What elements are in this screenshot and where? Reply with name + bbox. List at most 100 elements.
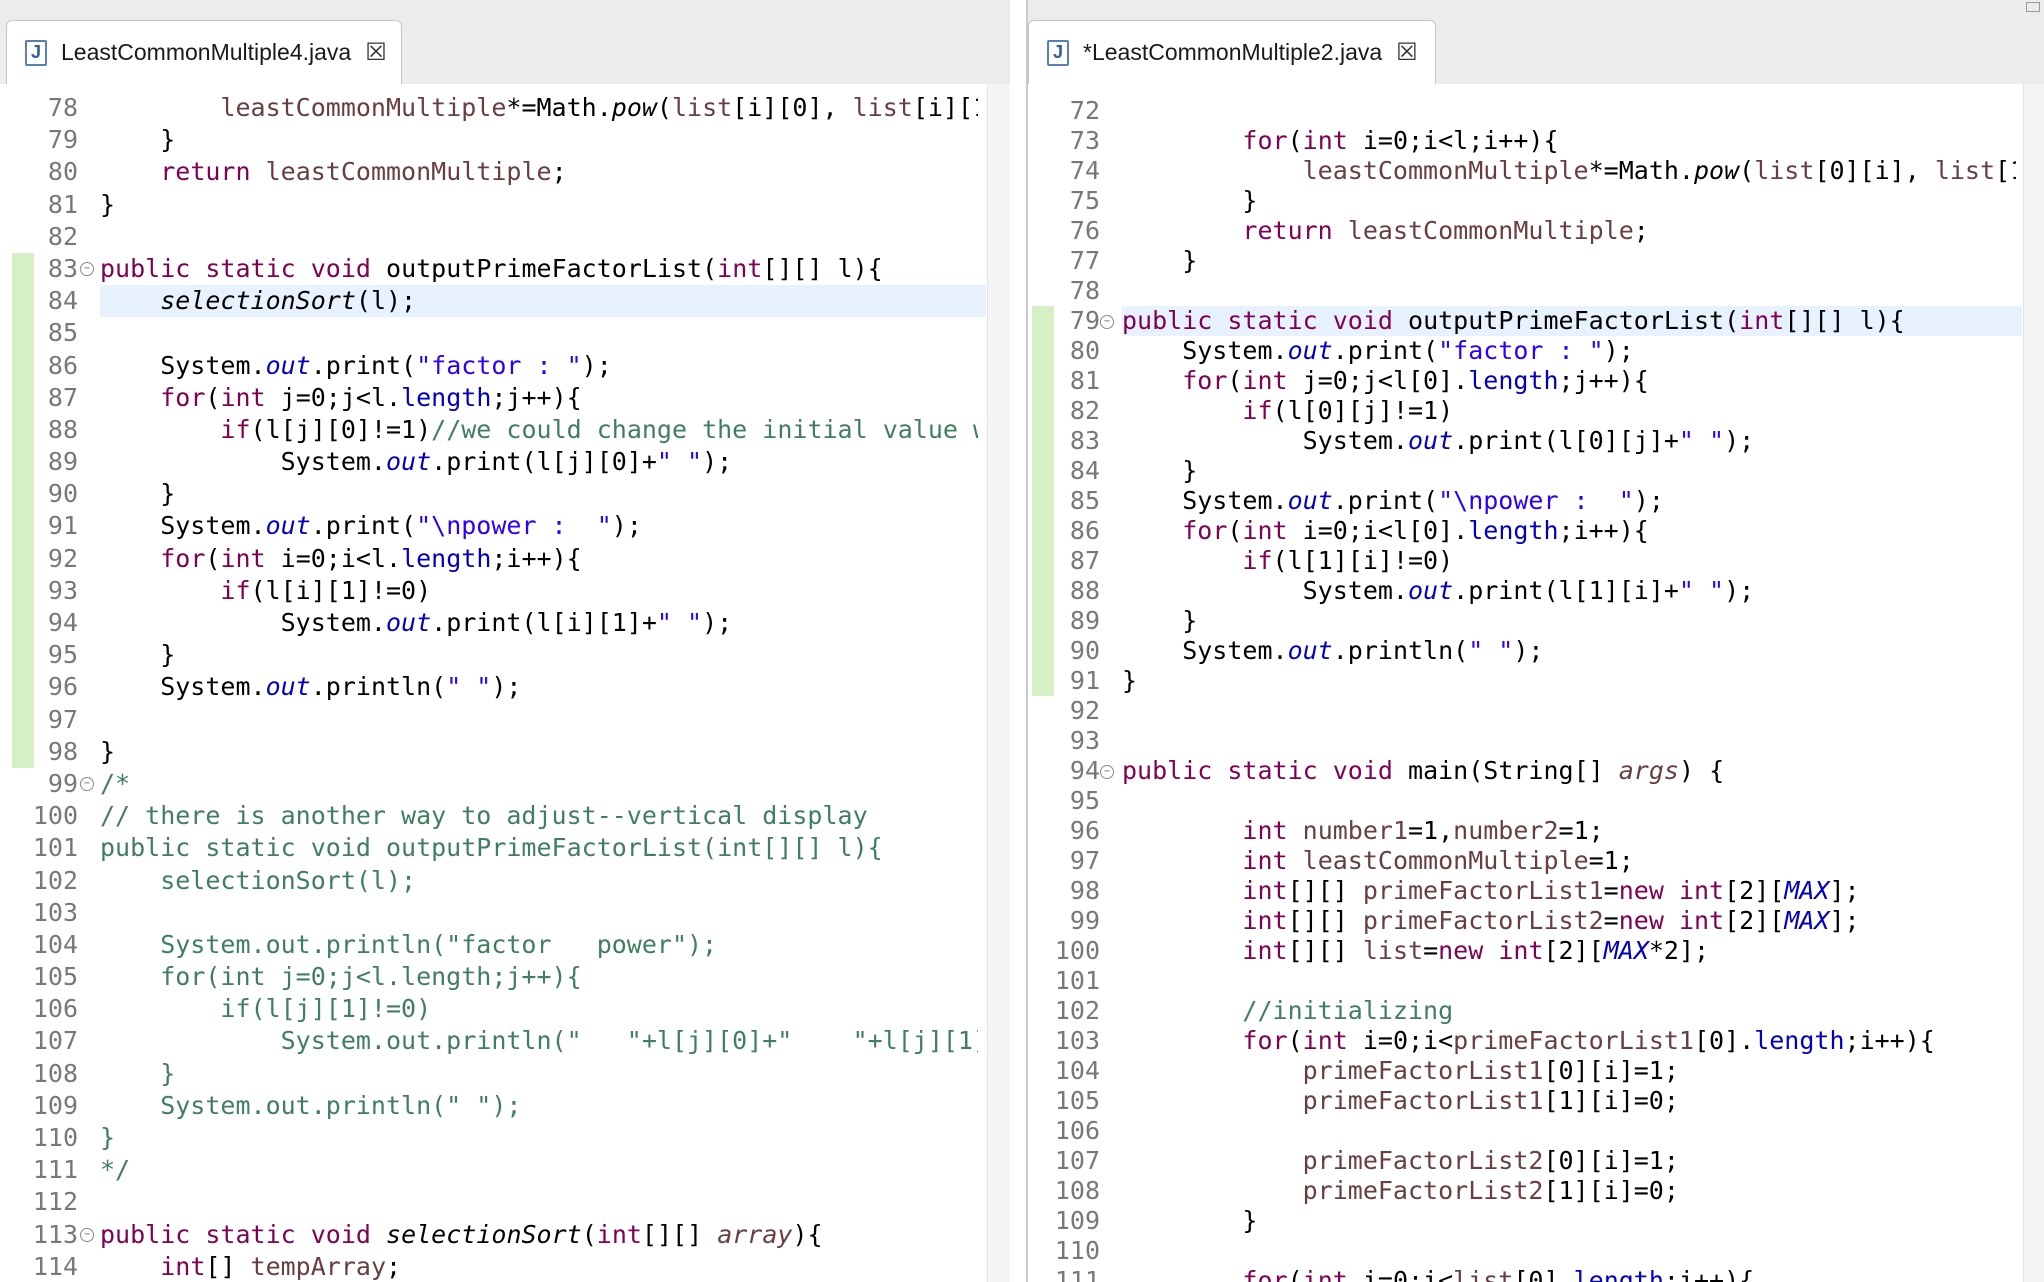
code-line[interactable]: 78 leastCommonMultiple*=Math.pow(list[i]… <box>0 92 986 124</box>
code-line[interactable]: 104 primeFactorList1[0][i]=1; <box>1028 1056 2022 1086</box>
code-line[interactable]: 99−/* <box>0 768 986 800</box>
code-line[interactable]: 90 } <box>0 478 986 511</box>
code-line[interactable]: 102 //initializing <box>1028 996 2022 1026</box>
code-line[interactable]: 92 for(int i=0;i<l.length;i++){ <box>0 542 986 575</box>
code-line[interactable]: 103 <box>0 897 986 929</box>
line-number: 81 <box>1069 366 1100 395</box>
code-line[interactable]: 95 <box>1028 786 2022 816</box>
code-line[interactable]: 89 } <box>1028 606 2022 636</box>
code-line[interactable]: 93 if(l[i][1]!=0) <box>0 574 986 607</box>
code-line[interactable]: 94 System.out.print(l[i][1]+" "); <box>0 607 986 640</box>
code-line[interactable]: 113− public static void selectionSort(int… <box>0 1219 986 1251</box>
left-code-editor[interactable]: 78 leastCommonMultiple*=Math.pow(list[i]… <box>0 84 1010 1282</box>
code-line[interactable]: 96 int number1=1,number2=1; <box>1028 816 2022 846</box>
code-line[interactable]: 111 for(int i=0;i<list[0].length;i++){ <box>1028 1266 2022 1282</box>
code-line[interactable]: 114 int[] tempArray; <box>0 1251 986 1282</box>
code-line[interactable]: 85 <box>0 317 986 350</box>
code-line[interactable]: 85 System.out.print("\npower : "); <box>1028 486 2022 516</box>
code-line[interactable]: 101 <box>1028 966 2022 996</box>
code-line[interactable]: 105 for(int j=0;j<l.length;j++){ <box>0 961 986 993</box>
code-line[interactable]: 102 selectionSort(l); <box>0 865 986 897</box>
code-line[interactable]: 77 } <box>1028 246 2022 276</box>
code-text: public static void outputPrimeFactorList… <box>100 833 883 863</box>
tab-leastcommonmultiple2[interactable]: J *LeastCommonMultiple2.java ☒ <box>1028 20 1436 84</box>
fold-toggle-icon[interactable]: − <box>1100 765 1114 779</box>
code-line[interactable]: 79 } <box>0 124 986 156</box>
code-line[interactable]: 83 System.out.print(l[0][j]+" "); <box>1028 426 2022 456</box>
tab-leastcommonmultiple4[interactable]: J LeastCommonMultiple4.java ☒ <box>6 20 402 84</box>
code-line[interactable]: 98 int[][] primeFactorList1=new int[2][M… <box>1028 876 2022 906</box>
line-number: 105 <box>32 962 78 992</box>
code-line[interactable]: 91 System.out.print("\npower : "); <box>0 510 986 543</box>
code-line[interactable]: 105 primeFactorList1[1][i]=0; <box>1028 1086 2022 1116</box>
code-line[interactable]: 76 return leastCommonMultiple; <box>1028 216 2022 246</box>
code-line[interactable]: 92 <box>1028 696 2022 726</box>
left-overview-ruler[interactable] <box>987 84 1010 1282</box>
code-line[interactable]: 96 System.out.println(" "); <box>0 671 986 704</box>
code-line[interactable]: 82 <box>0 221 986 253</box>
code-line[interactable]: 97 int leastCommonMultiple=1; <box>1028 846 2022 876</box>
code-line[interactable]: 87 for(int j=0;j<l.length;j++){ <box>0 381 986 414</box>
code-text: System.out.println("factor power"); <box>100 929 718 959</box>
code-line[interactable]: 103 for(int i=0;i<primeFactorList1[0].le… <box>1028 1026 2022 1056</box>
code-line[interactable]: 80 return leastCommonMultiple; <box>0 156 986 188</box>
code-line[interactable]: 110 <box>1028 1236 2022 1266</box>
fold-toggle-icon[interactable]: − <box>80 1227 94 1242</box>
code-line[interactable]: 90 System.out.println(" "); <box>1028 636 2022 666</box>
fold-toggle-icon[interactable]: − <box>80 776 94 791</box>
code-line[interactable]: 82 if(l[0][j]!=1) <box>1028 396 2022 426</box>
right-code-editor[interactable]: 72 73 for(int i=0;i<l;i++){74 leastCommon… <box>1028 84 2044 1282</box>
close-icon[interactable]: ☒ <box>365 38 387 67</box>
code-line[interactable]: 86 for(int i=0;i<l[0].length;i++){ <box>1028 516 2022 546</box>
line-number: 110 <box>32 1123 78 1152</box>
code-text: int[] tempArray; <box>160 1251 402 1281</box>
close-icon[interactable]: ☒ <box>1396 38 1418 67</box>
code-text: int[][] list=new int[2][MAX*2]; <box>1242 936 1710 965</box>
code-line[interactable]: 106 if(l[j][1]!=0) <box>0 993 986 1025</box>
tab-title: LeastCommonMultiple4.java <box>61 39 352 65</box>
code-line[interactable]: 88 System.out.print(l[1][i]+" "); <box>1028 576 2022 606</box>
code-line[interactable]: 79− public static void outputPrimeFactorL… <box>1028 306 2022 336</box>
code-line[interactable]: 97 <box>0 703 986 736</box>
code-line[interactable]: 104 System.out.println("factor power"); <box>0 929 986 961</box>
code-line[interactable]: 101 public static void outputPrimeFactorL… <box>0 832 986 864</box>
code-line[interactable]: 107 System.out.println(" "+l[j][0]+" "+l… <box>0 1025 986 1057</box>
code-line[interactable]: 78 <box>1028 276 2022 306</box>
code-line[interactable]: 91} <box>1028 666 2022 696</box>
code-line[interactable]: 87 if(l[1][i]!=0) <box>1028 546 2022 576</box>
code-line[interactable]: 81 for(int j=0;j<l[0].length;j++){ <box>1028 366 2022 396</box>
code-line[interactable]: 100 // there is another way to adjust--ve… <box>0 800 986 832</box>
code-line[interactable]: 72 <box>1028 96 2022 126</box>
code-line[interactable]: 81} <box>0 189 986 221</box>
code-line[interactable]: 84 selectionSort(l); <box>0 285 986 318</box>
code-line[interactable]: 100 int[][] list=new int[2][MAX*2]; <box>1028 936 2022 966</box>
code-line[interactable]: 106 <box>1028 1116 2022 1146</box>
code-line[interactable]: 88 if(l[j][0]!=1)//we could change the i… <box>0 413 986 447</box>
code-line[interactable]: 94− public static void main(String[] args… <box>1028 756 2022 786</box>
code-line[interactable]: 108 primeFactorList2[1][i]=0; <box>1028 1176 2022 1206</box>
code-line[interactable]: 84 } <box>1028 456 2022 486</box>
fold-toggle-icon[interactable]: − <box>80 261 94 276</box>
line-number: 95 <box>47 640 78 670</box>
code-line[interactable]: 109 System.out.println(" "); <box>0 1090 986 1122</box>
code-line[interactable]: 108 } <box>0 1058 986 1090</box>
right-overview-ruler[interactable] <box>2023 84 2044 1282</box>
code-line[interactable]: 107 primeFactorList2[0][i]=1; <box>1028 1146 2022 1176</box>
code-line[interactable]: 98} <box>0 735 986 768</box>
code-line[interactable]: 86 System.out.print("factor : "); <box>0 349 986 382</box>
code-line[interactable]: 112 <box>0 1186 986 1218</box>
code-line[interactable]: 73 for(int i=0;i<l;i++){ <box>1028 126 2022 156</box>
code-line[interactable]: 99 int[][] primeFactorList2=new int[2][M… <box>1028 906 2022 936</box>
code-line[interactable]: 109 } <box>1028 1206 2022 1236</box>
fold-toggle-icon[interactable]: − <box>1100 315 1114 329</box>
code-line[interactable]: 75 } <box>1028 186 2022 216</box>
code-line[interactable]: 93 <box>1028 726 2022 756</box>
code-line[interactable]: 80 System.out.print("factor : "); <box>1028 336 2022 366</box>
code-line[interactable]: 110} <box>0 1122 986 1154</box>
code-line[interactable]: 89 System.out.print(l[j][0]+" "); <box>0 446 986 479</box>
maximize-icon[interactable] <box>2026 2 2040 12</box>
code-line[interactable]: 111 */ <box>0 1154 986 1186</box>
code-line[interactable]: 95 } <box>0 639 986 672</box>
code-line[interactable]: 74 leastCommonMultiple*=Math.pow(list[0]… <box>1028 156 2022 186</box>
code-line[interactable]: 83− public static void outputPrimeFactorL… <box>0 252 986 286</box>
